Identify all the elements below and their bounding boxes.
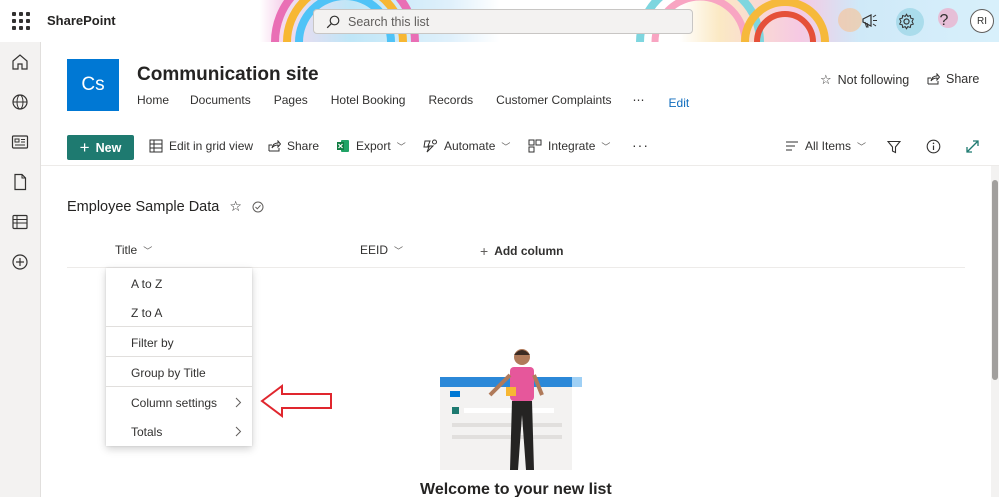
chevron-down-icon: ﹀ xyxy=(396,141,406,152)
document-icon[interactable] xyxy=(11,173,29,191)
nav-pages[interactable]: Pages xyxy=(274,93,308,107)
plus-icon: + xyxy=(480,243,489,259)
globe-icon[interactable] xyxy=(11,93,29,111)
nav-edit-link[interactable]: Edit xyxy=(669,96,690,110)
menu-item-label: Filter by xyxy=(131,335,174,350)
menu-item-z-to-a[interactable]: Z to A xyxy=(106,298,252,327)
site-share-label: Share xyxy=(946,72,980,86)
column-context-menu: A to Z Z to A Filter by Group by Title C… xyxy=(106,268,252,446)
nav-home[interactable]: Home xyxy=(137,93,169,107)
expand-icon[interactable] xyxy=(965,139,980,154)
share-icon xyxy=(927,73,940,85)
column-header-eeid[interactable]: EEID ﹀ xyxy=(360,243,403,257)
menu-item-label: Totals xyxy=(131,424,163,439)
integrate-button[interactable]: Integrate ﹀ xyxy=(528,139,610,153)
add-icon[interactable] xyxy=(11,253,29,271)
scrollbar-thumb[interactable] xyxy=(992,180,998,380)
menu-item-group-by-title[interactable]: Group by Title xyxy=(106,358,252,387)
edit-grid-view-button[interactable]: Edit in grid view xyxy=(149,139,253,153)
site-title[interactable]: Communication site xyxy=(137,64,319,86)
export-button[interactable]: Export ﹀ xyxy=(336,139,406,153)
follow-button[interactable]: ☆ Not following xyxy=(820,72,909,88)
nav-hotel-booking[interactable]: Hotel Booking xyxy=(331,93,406,107)
site-navigation: Home Documents Pages Hotel Booking Recor… xyxy=(137,93,690,110)
view-switcher[interactable]: All Items ﹀ xyxy=(785,139,866,153)
column-header-title[interactable]: Title ﹀ xyxy=(115,243,152,257)
view-lines-icon xyxy=(786,141,798,151)
grid-icon xyxy=(149,139,163,153)
annotation-arrow xyxy=(260,384,332,418)
home-icon[interactable] xyxy=(11,53,29,71)
export-label: Export xyxy=(356,139,391,153)
chevron-down-icon: ﹀ xyxy=(143,245,153,256)
menu-item-column-settings[interactable]: Column settings xyxy=(106,388,252,417)
excel-icon xyxy=(337,140,349,152)
integrate-icon xyxy=(528,139,542,153)
news-icon[interactable] xyxy=(11,133,29,151)
new-label: New xyxy=(95,140,122,155)
site-logo[interactable]: Cs xyxy=(67,59,119,111)
chevron-down-icon: ﹀ xyxy=(501,141,511,152)
share-icon xyxy=(268,140,281,152)
left-app-bar xyxy=(0,42,41,497)
site-share-button[interactable]: Share xyxy=(927,72,979,86)
nav-customer-complaints[interactable]: Customer Complaints xyxy=(496,93,611,107)
list-icon[interactable] xyxy=(11,213,29,231)
command-bar: + New Edit in grid view Share Export ﹀ A… xyxy=(41,130,999,166)
chevron-right-icon xyxy=(235,426,242,437)
edit-grid-view-label: Edit in grid view xyxy=(169,139,254,153)
favorite-star-icon[interactable]: ☆ xyxy=(229,198,242,215)
app-launcher-icon[interactable] xyxy=(12,12,30,30)
gear-icon[interactable] xyxy=(896,11,916,31)
menu-item-filter-by[interactable]: Filter by xyxy=(106,328,252,357)
add-column-label: Add column xyxy=(494,244,564,258)
nav-records[interactable]: Records xyxy=(428,93,473,107)
menu-item-label: A to Z xyxy=(131,276,163,291)
automate-icon xyxy=(423,139,437,153)
app-name[interactable]: SharePoint xyxy=(47,13,116,28)
automate-label: Automate xyxy=(444,139,496,153)
suite-bar: SharePoint ? RI xyxy=(0,0,999,42)
new-button[interactable]: + New xyxy=(67,135,134,160)
search-box[interactable] xyxy=(313,9,693,34)
nav-more[interactable]: ⋯ xyxy=(633,93,646,107)
column-eeid-label: EEID xyxy=(360,243,389,257)
menu-item-label: Z to A xyxy=(131,305,163,320)
column-title-label: Title xyxy=(115,243,138,257)
add-column-button[interactable]: + Add column xyxy=(480,243,564,259)
nav-documents[interactable]: Documents xyxy=(190,93,251,107)
chevron-right-icon xyxy=(235,397,242,408)
search-input[interactable] xyxy=(348,14,668,29)
menu-item-totals[interactable]: Totals xyxy=(106,417,252,446)
integrate-label: Integrate xyxy=(548,139,596,153)
menu-divider xyxy=(106,386,252,387)
menu-item-a-to-z[interactable]: A to Z xyxy=(106,269,252,298)
list-title-row: Employee Sample Data ☆ xyxy=(67,198,264,215)
empty-list-illustration xyxy=(440,349,582,470)
filter-icon[interactable] xyxy=(887,140,901,154)
share-label: Share xyxy=(287,139,320,153)
chevron-down-icon: ﹀ xyxy=(601,141,611,152)
automate-button[interactable]: Automate ﹀ xyxy=(423,139,510,153)
menu-divider xyxy=(106,326,252,327)
menu-item-label: Column settings xyxy=(131,395,218,410)
view-label: All Items xyxy=(805,139,852,153)
search-icon xyxy=(326,15,340,28)
help-icon[interactable]: ? xyxy=(934,11,954,31)
chevron-down-icon: ﹀ xyxy=(857,141,867,152)
share-button[interactable]: Share xyxy=(268,139,319,153)
checkmark-circle-icon[interactable] xyxy=(252,201,264,213)
menu-item-label: Group by Title xyxy=(131,365,206,380)
megaphone-icon[interactable] xyxy=(860,11,880,31)
star-icon: ☆ xyxy=(820,72,832,87)
plus-icon: + xyxy=(79,137,90,157)
info-icon[interactable] xyxy=(926,139,941,154)
more-commands-button[interactable]: ··· xyxy=(632,137,649,153)
empty-state-heading: Welcome to your new list xyxy=(420,481,612,497)
menu-divider xyxy=(106,356,252,357)
chevron-down-icon: ﹀ xyxy=(394,245,404,256)
follow-label: Not following xyxy=(837,73,910,87)
list-title[interactable]: Employee Sample Data xyxy=(67,199,219,215)
user-avatar[interactable]: RI xyxy=(970,9,994,33)
